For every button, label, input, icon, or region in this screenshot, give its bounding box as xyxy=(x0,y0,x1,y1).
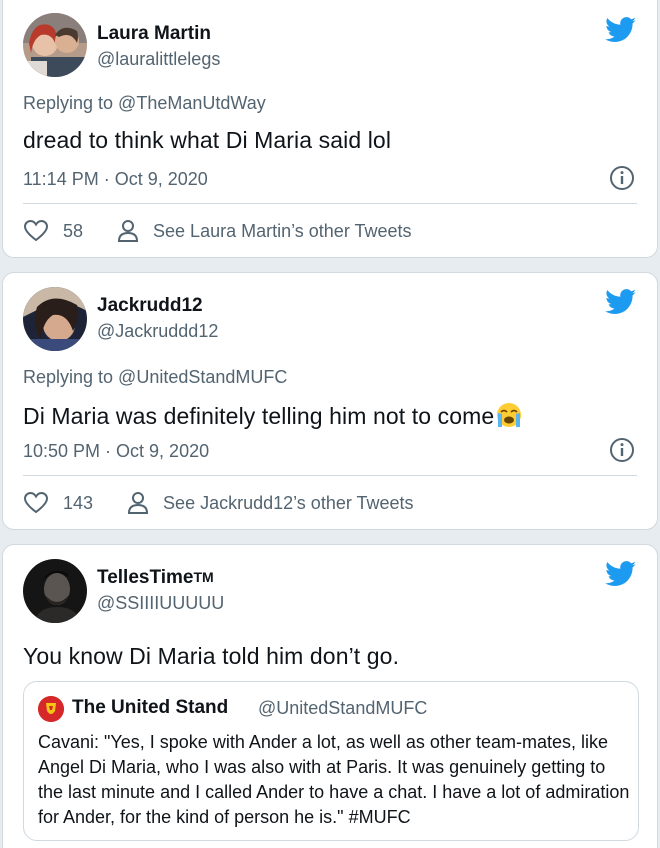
divider xyxy=(23,475,637,476)
avatar[interactable] xyxy=(23,13,87,77)
see-other-tweets-link[interactable]: See Laura Martin’s other Tweets xyxy=(153,221,411,242)
quoted-tweet-text: Cavani: "Yes, I spoke with Ander a lot, … xyxy=(38,732,630,827)
divider xyxy=(23,203,637,204)
twitter-bird-icon[interactable] xyxy=(605,561,637,587)
like-count[interactable]: 143 xyxy=(63,493,93,514)
info-icon[interactable] xyxy=(609,437,635,463)
user-handle[interactable]: @SSIIIIUUUUU xyxy=(97,593,224,614)
avatar[interactable] xyxy=(23,287,87,351)
quoted-tweet[interactable]: The United Stand @UnitedStandMUFC Cavani… xyxy=(23,681,639,841)
trademark-symbol: TM xyxy=(193,569,214,585)
tweet-card[interactable]: TellesTimeTM @SSIIIIUUUUU You know Di Ma… xyxy=(2,544,658,848)
timestamp[interactable]: 11:14 PM · Oct 9, 2020 xyxy=(23,169,208,190)
replying-to[interactable]: Replying to @TheManUtdWay xyxy=(23,93,266,114)
avatar[interactable] xyxy=(23,559,87,623)
like-count[interactable]: 58 xyxy=(63,221,83,242)
heart-icon[interactable] xyxy=(23,491,49,515)
person-icon[interactable] xyxy=(127,491,149,515)
see-other-tweets-link[interactable]: See Jackrudd12’s other Tweets xyxy=(163,493,414,514)
tweet-actions: 58 See Laura Martin’s other Tweets xyxy=(23,219,412,243)
display-name[interactable]: Jackrudd12 xyxy=(97,295,203,317)
tweet-card[interactable]: Laura Martin @lauralittlelegs Replying t… xyxy=(2,0,658,258)
timestamp[interactable]: 10:50 PM · Oct 9, 2020 xyxy=(23,441,209,462)
display-name[interactable]: TellesTimeTM xyxy=(97,567,214,589)
twitter-bird-icon[interactable] xyxy=(605,17,637,43)
person-icon[interactable] xyxy=(117,219,139,243)
display-name[interactable]: Laura Martin xyxy=(97,23,211,45)
club-crest-icon xyxy=(38,696,64,722)
quoted-user-handle[interactable]: @UnitedStandMUFC xyxy=(258,698,427,719)
heart-icon[interactable] xyxy=(23,219,49,243)
quoted-avatar[interactable] xyxy=(38,696,64,722)
user-handle[interactable]: @lauralittlelegs xyxy=(97,49,220,70)
tweet-actions: 143 See Jackrudd12’s other Tweets xyxy=(23,491,414,515)
info-icon[interactable] xyxy=(609,165,635,191)
replying-to[interactable]: Replying to @UnitedStandMUFC xyxy=(23,367,287,388)
twitter-bird-icon[interactable] xyxy=(605,289,637,315)
tweet-card[interactable]: Jackrudd12 @Jackruddd12 Replying to @Uni… xyxy=(2,272,658,530)
tweet-text-line: Di Maria was definitely telling him not … xyxy=(23,401,524,430)
user-handle[interactable]: @Jackruddd12 xyxy=(97,321,218,342)
display-name-text[interactable]: TellesTime xyxy=(97,567,193,588)
tweet-text: Di Maria was definitely telling him not … xyxy=(23,403,495,429)
tweet-text: dread to think what Di Maria said lol xyxy=(23,127,392,153)
tweet-text: You know Di Maria told him don’t go. xyxy=(23,643,400,669)
quoted-display-name[interactable]: The United Stand xyxy=(72,697,228,719)
loudly-crying-face-emoji xyxy=(497,403,522,427)
